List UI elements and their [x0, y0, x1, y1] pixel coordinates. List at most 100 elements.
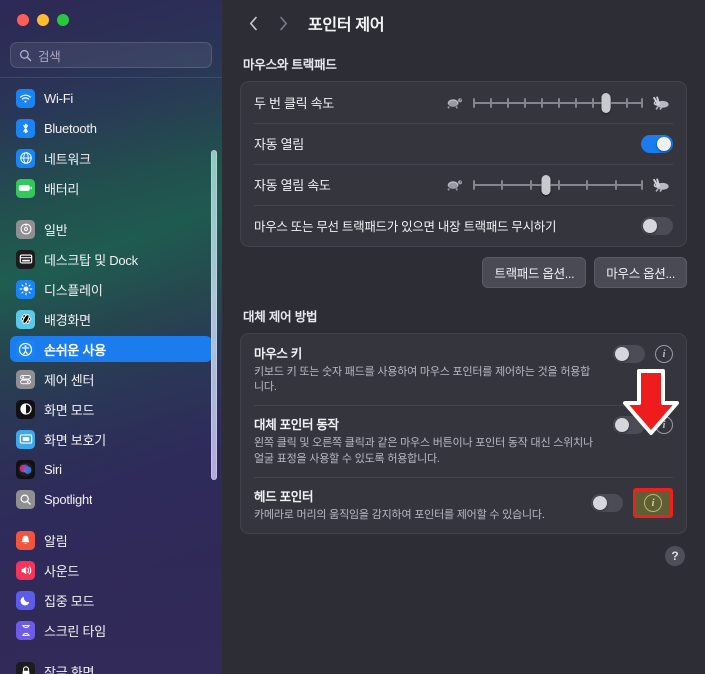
sidebar-item-label: Spotlight	[44, 491, 93, 507]
spring-loading-speed-slider-group	[443, 174, 673, 195]
sidebar-item-screen-saver[interactable]: 화면 보호기	[10, 426, 212, 452]
sidebar-item-label: 잠금 화면	[44, 664, 95, 674]
sidebar-item-sound[interactable]: 사운드	[10, 557, 212, 583]
sidebar-item-general[interactable]: 일반	[10, 216, 212, 242]
sidebar-item-bluetooth[interactable]: Bluetooth	[10, 115, 212, 141]
help-row: ?	[240, 545, 687, 566]
sidebar: 검색 Wi-Fi Bluetooth 네트워크 배터리 일반 데스크탑 및 Do…	[0, 0, 222, 674]
sidebar-item-label: 배경화면	[44, 312, 91, 328]
head-pointer-info-highlight[interactable]: i	[633, 487, 673, 518]
maximize-button[interactable]	[57, 14, 69, 26]
minimize-button[interactable]	[37, 14, 49, 26]
page-title: 포인터 제어	[308, 17, 385, 34]
sidebar-item-label: 손쉬운 사용	[44, 342, 106, 358]
row-label: 자동 열림 속도	[254, 178, 331, 193]
double-click-speed-row: 두 번 클릭 속도	[241, 82, 686, 123]
lock-icon	[16, 661, 35, 674]
section-heading-alternative-control: 대체 제어 방법	[243, 310, 318, 324]
sidebar-item-lock-screen[interactable]: 잠금 화면	[10, 658, 212, 674]
rabbit-icon	[651, 177, 673, 193]
back-button[interactable]	[240, 10, 266, 36]
mouse-keys-toggle[interactable]	[613, 345, 645, 363]
row-description: 왼쪽 클릭 및 오른쪽 클릭과 같은 마우스 버튼이나 포인터 동작 대신 스위…	[254, 437, 593, 465]
sidebar-item-screen-time[interactable]: 스크린 타임	[10, 617, 212, 643]
brightness-icon	[16, 279, 35, 299]
sidebar-item-battery[interactable]: 배터리	[10, 175, 212, 201]
close-button[interactable]	[17, 14, 29, 26]
search-icon	[19, 49, 32, 61]
spring-loading-speed-slider[interactable]	[473, 174, 644, 195]
wifi-icon	[16, 88, 35, 108]
sidebar-item-label: 집중 모드	[44, 593, 95, 609]
sidebar-item-label: 사운드	[44, 563, 80, 579]
nav-group-gap	[10, 516, 212, 527]
sidebar-scrollbar[interactable]	[211, 150, 217, 480]
search-container: 검색	[0, 40, 222, 77]
mouse-keys-controls: i	[613, 343, 673, 363]
ignore-builtin-trackpad-row: 마우스 또는 무선 트랙패드가 있으면 내장 트랙패드 무시하기	[241, 205, 686, 246]
row-label: 자동 열림	[254, 137, 304, 152]
sidebar-item-label: 스크린 타임	[44, 623, 106, 639]
help-icon[interactable]: ?	[665, 545, 685, 566]
globe-icon	[16, 148, 35, 168]
spring-loading-toggle[interactable]	[641, 134, 673, 153]
sidebar-item-notifications[interactable]: 알림	[10, 527, 212, 553]
sidebar-item-appearance[interactable]: 화면 모드	[10, 396, 212, 422]
mouse-options-button[interactable]: 마우스 옵션...	[594, 257, 687, 288]
head-pointer-controls: i	[591, 486, 673, 518]
wallpaper-icon	[16, 309, 35, 329]
trackpad-options-button[interactable]: 트랙패드 옵션...	[482, 257, 587, 288]
sidebar-item-wallpaper[interactable]: 배경화면	[10, 306, 212, 332]
sidebar-item-network[interactable]: 네트워크	[10, 145, 212, 171]
turtle-icon	[443, 95, 465, 111]
accessibility-icon	[16, 339, 35, 359]
sidebar-item-label: 디스플레이	[44, 282, 103, 298]
row-description: 키보드 키 또는 숫자 패드를 사용하여 마우스 포인터를 제어하는 것을 허용…	[254, 366, 591, 394]
sidebar-item-label: 알림	[44, 533, 68, 549]
bluetooth-icon	[16, 118, 35, 138]
double-click-speed-slider[interactable]	[473, 92, 644, 113]
ignore-builtin-trackpad-toggle[interactable]	[641, 216, 673, 235]
search-placeholder: 검색	[38, 49, 61, 64]
sidebar-item-label: 일반	[44, 222, 68, 238]
spring-loading-speed-row: 자동 열림 속도	[241, 164, 686, 205]
sidebar-item-label: 화면 모드	[44, 402, 95, 418]
row-title: 마우스 키	[254, 347, 302, 361]
row-title: 헤드 포인터	[254, 489, 314, 504]
info-circle-icon[interactable]: i	[655, 345, 673, 363]
head-pointer-text: 헤드 포인터 카메라로 머리의 움직임을 감지하여 포인터를 제어할 수 있습니…	[254, 486, 591, 523]
sidebar-item-displays[interactable]: 디스플레이	[10, 276, 212, 302]
nav-group-gap	[10, 205, 212, 216]
chevron-left-icon	[249, 16, 257, 30]
sidebar-item-label: Wi-Fi	[44, 90, 74, 106]
battery-icon	[16, 178, 35, 198]
sidebar-item-label: 데스크탑 및 Dock	[44, 252, 138, 268]
red-down-arrow	[623, 369, 679, 435]
spotlight-icon	[16, 489, 35, 509]
sidebar-item-siri[interactable]: Siri	[10, 456, 212, 482]
sidebar-item-spotlight[interactable]: Spotlight	[10, 486, 212, 512]
row-title: 대체 포인터 동작	[254, 418, 339, 433]
head-pointer-toggle[interactable]	[591, 493, 623, 512]
sidebar-item-desktop-dock[interactable]: 데스크탑 및 Dock	[10, 246, 212, 272]
slider-thumb[interactable]	[541, 174, 551, 195]
search-input[interactable]: 검색	[10, 42, 212, 68]
section-heading-mouse-trackpad: 마우스와 트랙패드	[243, 58, 337, 72]
sidebar-item-label: 네트워크	[44, 151, 91, 167]
slider-thumb[interactable]	[601, 92, 611, 113]
mouse-keys-text: 마우스 키 키보드 키 또는 숫자 패드를 사용하여 마우스 포인터를 제어하는…	[254, 343, 613, 395]
chevron-right-icon	[279, 16, 287, 30]
sidebar-item-focus[interactable]: 집중 모드	[10, 587, 212, 613]
info-circle-icon[interactable]: i	[644, 493, 662, 512]
desktop-dock-icon	[16, 249, 35, 269]
sidebar-item-label: 배터리	[44, 181, 80, 197]
row-description: 카메라로 머리의 움직임을 감지하여 포인터를 제어할 수 있습니다.	[254, 508, 545, 521]
nav-group-gap	[10, 647, 212, 658]
forward-button[interactable]	[270, 10, 296, 36]
sidebar-item-accessibility[interactable]: 손쉬운 사용	[10, 336, 212, 362]
siri-icon	[16, 459, 35, 479]
turtle-icon	[443, 177, 465, 193]
sidebar-item-wifi[interactable]: Wi-Fi	[10, 85, 212, 111]
sidebar-item-control-center[interactable]: 제어 센터	[10, 366, 212, 392]
sidebar-item-label: 제어 센터	[44, 372, 95, 388]
